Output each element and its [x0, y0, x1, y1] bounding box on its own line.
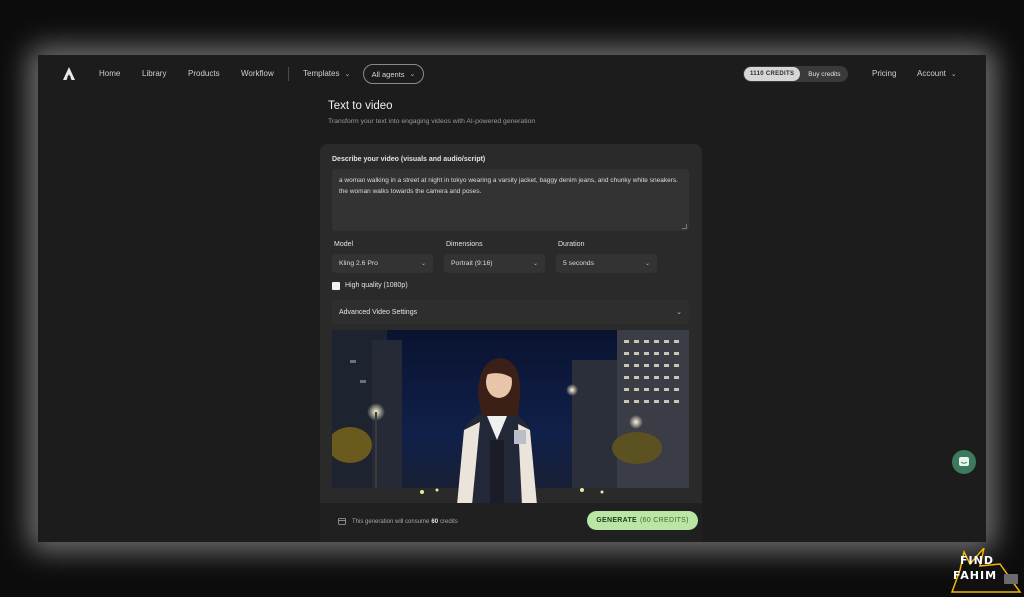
model-label: Model: [334, 241, 354, 248]
prompt-label: Describe your video (visuals and audio/s…: [332, 156, 486, 163]
generation-form-card: Describe your video (visuals and audio/s…: [320, 144, 702, 540]
duration-select[interactable]: 5 seconds ⌄: [556, 254, 657, 273]
duration-label: Duration: [558, 241, 585, 248]
nav-library[interactable]: Library: [142, 69, 166, 78]
app-logo-icon[interactable]: [63, 67, 75, 80]
dimensions-select[interactable]: Portrait (9:16) ⌄: [444, 254, 545, 273]
chat-support-button[interactable]: [952, 450, 976, 474]
advanced-settings-toggle[interactable]: Advanced Video Settings ⌄: [332, 300, 689, 324]
prompt-textarea[interactable]: a woman walking in a street at night in …: [332, 169, 689, 231]
credits-badge: 1110 CREDITS: [744, 67, 801, 81]
all-agents-button[interactable]: All agents ⌄: [363, 64, 424, 84]
nav-products[interactable]: Products: [188, 69, 220, 78]
app-window: Home Library Products Workflow Templates…: [38, 55, 986, 542]
page-title: Text to video: [328, 100, 393, 112]
duration-select-value: 5 seconds: [563, 260, 594, 267]
high-quality-label: High quality (1080p): [345, 282, 408, 289]
nav-templates-label: Templates: [303, 69, 340, 78]
advanced-settings-label: Advanced Video Settings: [339, 308, 418, 316]
page-subtitle: Transform your text into engaging videos…: [328, 118, 536, 125]
model-select[interactable]: Kling 2.6 Pro ⌄: [332, 254, 433, 273]
generate-button[interactable]: GENERATE (60 CREDITS): [587, 511, 698, 530]
chevron-down-icon: ⌄: [344, 71, 351, 78]
nav-account-label: Account: [917, 69, 946, 78]
dimensions-label: Dimensions: [446, 241, 483, 248]
nav-pricing[interactable]: Pricing: [872, 69, 896, 78]
all-agents-label: All agents: [371, 69, 405, 79]
top-nav: Home Library Products Workflow Templates…: [38, 55, 986, 93]
chevron-down-icon: ⌄: [950, 71, 957, 78]
watermark-line2: FAHIM: [953, 569, 998, 582]
chat-icon: [959, 457, 969, 466]
video-preview-image: [332, 330, 689, 505]
credit-consumption-note: This generation will consume 60 credits: [338, 518, 458, 525]
buy-credits-button[interactable]: Buy credits: [808, 71, 840, 78]
video-preview[interactable]: [332, 330, 689, 505]
chevron-down-icon: ⌄: [676, 309, 682, 316]
nav-workflow[interactable]: Workflow: [241, 69, 274, 78]
nav-divider: [288, 67, 289, 81]
credit-card-icon: [338, 518, 346, 525]
prompt-text: a woman walking in a street at night in …: [339, 177, 678, 195]
chevron-down-icon: ⌄: [409, 71, 416, 78]
consume-suffix: credits: [440, 518, 458, 525]
consume-prefix: This generation will consume: [352, 518, 430, 525]
chevron-down-icon: ⌄: [644, 261, 650, 267]
consume-amount: 60: [431, 518, 439, 525]
credits-group: 1110 CREDITS Buy credits: [743, 66, 848, 82]
nav-templates[interactable]: Templates ⌄: [303, 69, 350, 78]
chevron-down-icon: ⌄: [532, 261, 538, 267]
dimensions-select-value: Portrait (9:16): [451, 260, 493, 267]
watermark-logo: FIND FAHIM: [950, 548, 1022, 594]
nav-home[interactable]: Home: [99, 69, 120, 78]
model-select-value: Kling 2.6 Pro: [339, 260, 378, 267]
nav-account[interactable]: Account ⌄: [917, 69, 957, 78]
resize-handle-icon[interactable]: [682, 224, 687, 229]
generate-label: GENERATE: [596, 517, 638, 524]
watermark-line1: FIND: [960, 554, 994, 567]
high-quality-checkbox[interactable]: [332, 282, 340, 290]
chevron-down-icon: ⌄: [420, 261, 426, 267]
generate-credits: (60 CREDITS): [640, 517, 689, 524]
